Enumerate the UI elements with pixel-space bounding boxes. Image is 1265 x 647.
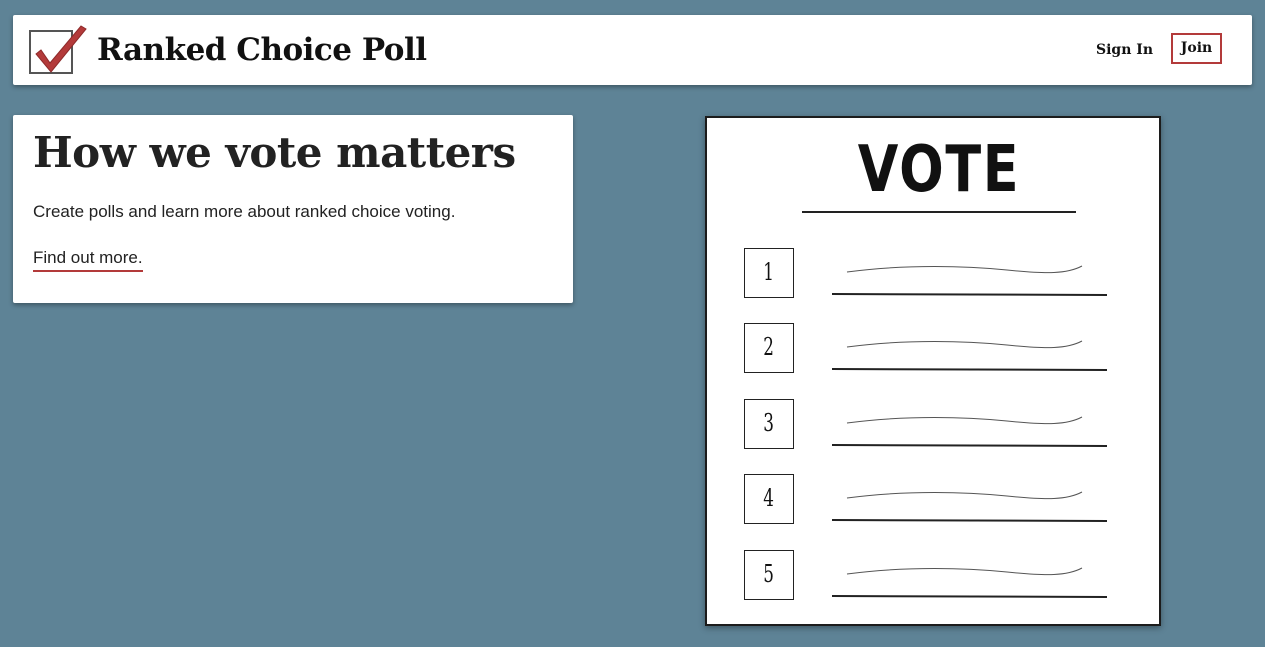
join-button[interactable]: Join (1171, 33, 1222, 64)
handwritten-stroke (846, 416, 1083, 425)
rank-number: 1 (763, 258, 775, 286)
rank-box-5: 5 (744, 550, 794, 600)
write-in-line-3 (831, 416, 1108, 447)
ballot-baseline (831, 444, 1108, 447)
brand-name[interactable]: Ranked Choice Poll (97, 28, 427, 72)
rank-box-4: 4 (744, 474, 794, 524)
rank-box-3: 3 (744, 399, 794, 449)
rank-number: 3 (763, 409, 775, 437)
ballot-baseline (831, 293, 1108, 296)
handwritten-stroke (846, 340, 1083, 349)
rank-box-1: 1 (744, 248, 794, 298)
ballot-baseline (831, 519, 1108, 522)
write-in-line-5 (831, 567, 1108, 598)
ballot-baseline (831, 595, 1108, 598)
handwritten-stroke (846, 491, 1083, 500)
rank-number: 5 (763, 560, 775, 588)
rank-box-2: 2 (744, 323, 794, 373)
write-in-line-1 (831, 265, 1108, 296)
ballot-title: VOTE (857, 133, 1021, 207)
write-in-line-2 (831, 340, 1108, 371)
rank-number: 4 (763, 484, 775, 512)
checkmark-ballot-icon[interactable] (29, 25, 87, 74)
rank-number: 2 (763, 333, 775, 361)
handwritten-stroke (846, 567, 1083, 576)
ballot-baseline (831, 368, 1108, 371)
vote-ballot-illustration: VOTE 1 2 3 4 5 (705, 116, 1161, 626)
handwritten-stroke (846, 265, 1083, 274)
hero-heading: How we vote matters (33, 128, 516, 177)
find-out-more-link[interactable]: Find out more. (33, 247, 143, 272)
hero-description: Create polls and learn more about ranked… (33, 202, 456, 221)
write-in-line-4 (831, 491, 1108, 522)
hero-card: How we vote matters Create polls and lea… (13, 115, 573, 303)
ballot-title-underline (802, 211, 1076, 213)
site-header: Ranked Choice Poll Sign In Join (13, 15, 1252, 85)
sign-in-link[interactable]: Sign In (1096, 40, 1153, 60)
